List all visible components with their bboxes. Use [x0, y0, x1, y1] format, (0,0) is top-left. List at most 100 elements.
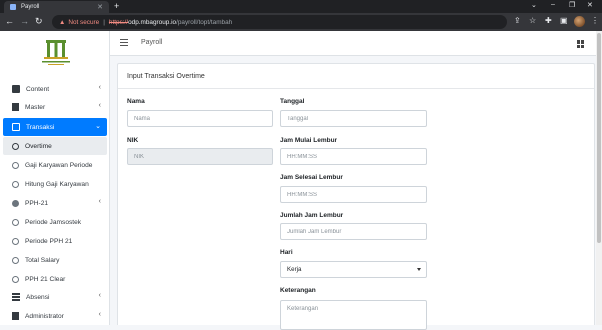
card-title: Input Transaksi Overtime	[127, 73, 205, 80]
jam-mulai-input[interactable]	[280, 148, 427, 165]
overtime-form-card: Input Transaksi Overtime Nama NIK Tangga…	[117, 63, 595, 330]
sidebar-item-administrator[interactable]: Administrator ‹	[3, 307, 107, 325]
security-label[interactable]: Not secure	[68, 19, 99, 26]
edit-icon	[12, 123, 20, 131]
favicon-icon	[10, 4, 16, 10]
top-navbar: Payroll	[110, 31, 602, 56]
back-icon[interactable]: ←	[5, 16, 14, 26]
browser-tab[interactable]: Payroll ✕	[4, 1, 109, 13]
sidebar-item-absensi[interactable]: Absensi ‹	[3, 288, 107, 306]
nik-label: NIK	[127, 137, 139, 144]
star-icon[interactable]: ☆	[529, 16, 536, 25]
minimize-icon[interactable]: –	[551, 1, 555, 8]
chevron-left-icon: ‹	[98, 311, 101, 318]
sidebar-item-label: Periode PPH 21	[25, 237, 73, 245]
hari-select[interactable]: Kerja	[280, 261, 427, 278]
close-tab-icon[interactable]: ✕	[97, 3, 103, 11]
chevron-down-icon[interactable]: ⌄	[531, 1, 537, 9]
profile-avatar[interactable]	[574, 16, 585, 27]
nama-input[interactable]	[127, 110, 273, 127]
scrollbar-thumb[interactable]	[597, 33, 601, 243]
page-scrollbar[interactable]	[596, 31, 602, 325]
sidebar-item-pph-21-clear[interactable]: PPH 21 Clear	[3, 270, 107, 288]
app-title: Payroll	[141, 39, 163, 46]
sidebar-item-pph-21[interactable]: PPH-21 ‹	[3, 194, 107, 212]
circle-icon	[12, 218, 19, 226]
sidebar-item-label: Hitung Gaji Karyawan	[25, 180, 89, 188]
chevron-left-icon: ‹	[98, 102, 101, 109]
address-bar: ← → ↻ ▲ Not secure | https:// odp.mbagro…	[0, 13, 602, 31]
tanggal-label: Tanggal	[280, 98, 305, 105]
jumlah-jam-label: Jumlah Jam Lembur	[280, 212, 344, 219]
card-header: Input Transaksi Overtime	[118, 64, 594, 89]
hari-label: Hari	[280, 249, 293, 256]
copy-icon	[12, 85, 20, 93]
circle-icon	[12, 142, 19, 150]
url-host: odp.mbagroup.io	[128, 18, 177, 26]
url-field[interactable]: ▲ Not secure | https:// odp.mbagroup.io …	[52, 15, 507, 29]
dot-icon	[12, 199, 19, 207]
extensions-icon[interactable]: ✚	[545, 16, 552, 25]
sidebar-item-periode-pph-21[interactable]: Periode PPH 21	[3, 232, 107, 250]
sidebar-item-label: Transaksi	[26, 123, 55, 131]
new-tab-icon[interactable]: +	[114, 1, 119, 11]
reload-icon[interactable]: ↻	[35, 16, 43, 27]
company-logo	[42, 40, 70, 65]
caret-down-icon	[417, 268, 421, 271]
chevron-left-icon: ‹	[98, 198, 101, 205]
sidebar-item-content[interactable]: Content ‹	[3, 80, 107, 98]
circle-icon	[12, 256, 19, 264]
sidebar-item-total-salary[interactable]: Total Salary	[3, 251, 107, 269]
jam-mulai-label: Jam Mulai Lembur	[280, 137, 338, 144]
sidebar-item-label: Absensi	[26, 293, 50, 301]
forward-icon[interactable]: →	[20, 16, 29, 26]
nama-label: Nama	[127, 98, 145, 105]
sidebar-item-master[interactable]: Master ‹	[3, 98, 107, 116]
tab-title: Payroll	[21, 4, 40, 10]
url-scheme: https://	[108, 18, 129, 26]
menu-dots-icon[interactable]: ⋮	[591, 16, 599, 25]
sidebar-item-label: Administrator	[25, 312, 64, 320]
sidebar-item-label: PPH 21 Clear	[25, 275, 66, 283]
circle-icon	[12, 237, 19, 245]
hamburger-menu-icon[interactable]	[120, 39, 128, 46]
jam-selesai-label: Jam Selesai Lembur	[280, 174, 343, 181]
jumlah-jam-input[interactable]	[280, 223, 427, 240]
tanggal-input[interactable]	[280, 110, 427, 127]
chevron-left-icon: ‹	[98, 84, 101, 91]
hari-selected-value: Kerja	[287, 266, 302, 273]
url-path: /payroll/topt/tambah	[176, 18, 233, 26]
sidebar-item-label: Gaji Karyawan Periode	[25, 161, 93, 169]
sidebar-item-periode-jamsostek[interactable]: Periode Jamsostek	[3, 213, 107, 231]
sidebar-item-label: Content	[26, 85, 50, 93]
sidebar-item-transaksi[interactable]: Transaksi ⌄	[3, 118, 107, 136]
circle-icon	[12, 180, 19, 188]
sidebar: Content ‹ Master ‹ Transaksi ⌄ Overtime …	[0, 31, 110, 325]
sidebar-item-label: PPH-21	[25, 199, 49, 207]
keterangan-label: Keterangan	[280, 287, 316, 294]
keterangan-textarea[interactable]	[280, 300, 427, 330]
chevron-left-icon: ‹	[98, 292, 101, 299]
sidebar-item-label: Periode Jamsostek	[25, 218, 82, 226]
sidebar-item-label: Total Salary	[25, 256, 60, 264]
share-icon[interactable]: ⇪	[514, 16, 521, 25]
book-icon	[12, 312, 19, 320]
sidebar-item-label: Master	[25, 103, 46, 111]
sidebar-item-overtime[interactable]: Overtime	[3, 137, 107, 155]
warning-icon: ▲	[59, 18, 66, 26]
sidebar-item-label: Overtime	[25, 142, 52, 150]
circle-icon	[12, 275, 19, 283]
chevron-down-icon: ⌄	[95, 123, 101, 130]
browser-tabbar: Payroll ✕ + ⌄ – ❐ ✕	[0, 0, 602, 13]
jam-selesai-input[interactable]	[280, 186, 427, 203]
close-window-icon[interactable]: ✕	[587, 1, 593, 9]
grid-icon[interactable]	[577, 40, 585, 48]
sidebar-item-hitung-gaji-karyawan[interactable]: Hitung Gaji Karyawan	[3, 175, 107, 193]
table-icon	[12, 293, 20, 301]
sidepanel-icon[interactable]: ▣	[560, 16, 568, 25]
restore-icon[interactable]: ❐	[569, 1, 575, 9]
file-icon	[12, 103, 19, 111]
sidebar-item-gaji-karyawan-periode[interactable]: Gaji Karyawan Periode	[3, 156, 107, 174]
circle-icon	[12, 161, 19, 169]
nik-input[interactable]	[127, 148, 273, 165]
